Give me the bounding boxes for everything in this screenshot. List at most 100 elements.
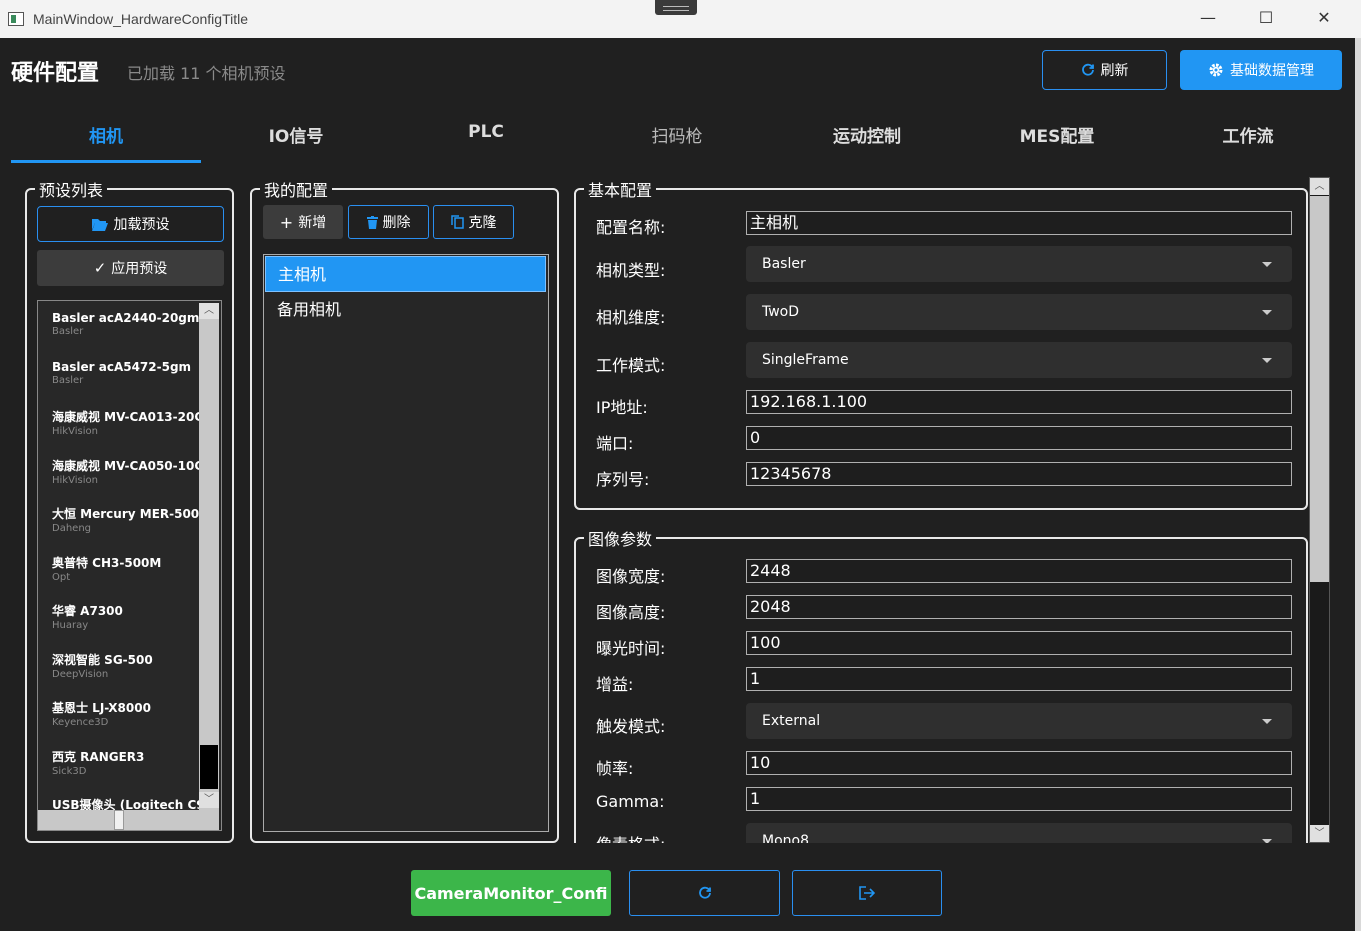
detail-scroll-thumb[interactable]	[1310, 196, 1329, 582]
window-edge	[1355, 38, 1361, 931]
reload-button[interactable]	[629, 870, 780, 916]
camera-dim-value: TwoD	[762, 304, 800, 320]
tab-mes[interactable]: MES配置	[962, 122, 1152, 147]
dropdown-arrow-icon	[1262, 358, 1272, 363]
page-subtitle: 已加载 11 个相机预设	[127, 64, 286, 83]
refresh-icon	[698, 886, 711, 899]
delete-config-label: 删除	[382, 215, 411, 231]
gamma-input[interactable]: 1	[746, 787, 1292, 811]
dropdown-arrow-icon	[1262, 719, 1272, 724]
preset-item[interactable]: 西克 RANGER3 Sick3D	[52, 748, 202, 777]
preset-item[interactable]: 华睿 A7300 Huaray	[52, 602, 202, 631]
dropdown-arrow-icon	[1262, 310, 1272, 315]
preset-group: 预设列表 加载预设 ✓ 应用预设 Basler acA2440-20gm Basl…	[25, 177, 234, 843]
preset-item[interactable]: 深视智能 SG-500 DeepVision	[52, 651, 202, 680]
tab-io[interactable]: IO信号	[201, 122, 391, 147]
tab-camera[interactable]: 相机	[11, 122, 201, 147]
scroll-down-arrow-icon[interactable]: ﹀	[1310, 825, 1329, 842]
preset-group-label: 预设列表	[35, 177, 108, 201]
preset-item[interactable]: 基恩士 LJ-X8000 Keyence3D	[52, 699, 202, 728]
image-height-input[interactable]: 2048	[746, 595, 1292, 619]
preset-scrollbar[interactable]: ︿ ﹀	[199, 303, 219, 830]
trigger-mode-select[interactable]: External	[746, 703, 1292, 739]
load-preset-button[interactable]: 加载预设	[37, 206, 224, 242]
fps-input[interactable]: 10	[746, 751, 1292, 775]
work-mode-select[interactable]: SingleFrame	[746, 342, 1292, 378]
tab-plc[interactable]: PLC	[391, 122, 581, 142]
pixel-format-select[interactable]: Mono8	[746, 823, 1292, 843]
preset-item[interactable]: 大恒 Mercury MER-500-14Daheng	[52, 505, 202, 534]
preset-item[interactable]: Basler acA2440-20gm Basler	[52, 311, 202, 337]
window-title: MainWindow_HardwareConfigTitle	[33, 11, 249, 27]
preset-item[interactable]: 海康威视 MV-CA013-20GM HikVision	[52, 408, 202, 437]
basic-group-label: 基本配置	[584, 178, 657, 201]
plus-icon: +	[279, 212, 294, 232]
exposure-label: 曝光时间:	[596, 639, 666, 658]
camera-type-select[interactable]: Basler	[746, 246, 1292, 282]
myconfig-group: 我的配置 + 新增 删除 克隆 主相机 备用相机	[250, 177, 559, 843]
tab-workflow[interactable]: 工作流	[1153, 122, 1343, 147]
preset-hscrollbar[interactable]	[38, 810, 219, 830]
config-name-label: 配置名称:	[596, 218, 666, 237]
serial-input[interactable]: 12345678	[746, 462, 1292, 486]
refresh-button[interactable]: 刷新	[1042, 50, 1167, 90]
clone-config-button[interactable]: 克隆	[433, 205, 514, 239]
preset-item[interactable]: 海康威视 MV-CA050-10GM HikVision	[52, 457, 202, 486]
dropdown-arrow-icon	[1262, 262, 1272, 267]
ip-input[interactable]: 192.168.1.100	[746, 390, 1292, 414]
config-name-input[interactable]: 主相机	[746, 211, 1292, 235]
apply-preset-button[interactable]: ✓ 应用预设	[37, 250, 224, 286]
camera-type-value: Basler	[762, 256, 806, 272]
fps-label: 帧率:	[596, 759, 634, 778]
preset-list[interactable]: Basler acA2440-20gm Basler Basler acA5472…	[37, 300, 222, 831]
preset-item[interactable]: Basler acA5472-5gm Basler	[52, 360, 202, 386]
work-mode-label: 工作模式:	[596, 356, 666, 375]
scroll-down-arrow-icon[interactable]: ﹀	[199, 792, 219, 808]
detail-scrollbar[interactable]: ︿ ﹀	[1309, 177, 1330, 843]
scroll-up-arrow-icon[interactable]: ︿	[199, 303, 219, 319]
pixel-format-label: 像素格式:	[596, 831, 665, 843]
scroll-up-arrow-icon[interactable]: ︿	[1310, 178, 1329, 195]
add-config-label: 新增	[298, 215, 327, 231]
tab-bar: 相机 IO信号 PLC 扫码枪 运动控制 MES配置 工作流	[0, 108, 1355, 164]
exposure-input[interactable]: 100	[746, 631, 1292, 655]
tab-scanner[interactable]: 扫码枪	[582, 122, 772, 147]
minimize-button[interactable]: —	[1179, 0, 1237, 38]
image-height-label: 图像高度:	[596, 603, 666, 622]
camera-dim-select[interactable]: TwoD	[746, 294, 1292, 330]
serial-label: 序列号:	[596, 470, 650, 489]
copy-icon	[450, 215, 464, 229]
image-params-group: 图像参数 图像宽度: 2448 图像高度: 2048 曝光时间: 100 增益:…	[574, 526, 1308, 843]
config-list[interactable]: 主相机 备用相机	[263, 254, 549, 832]
ip-label: IP地址:	[596, 398, 648, 417]
close-button[interactable]: ✕	[1295, 0, 1353, 38]
load-preset-label: 加载预设	[113, 217, 170, 233]
active-tab-indicator	[11, 160, 201, 163]
port-input[interactable]: 0	[746, 426, 1292, 450]
trigger-mode-label: 触发模式:	[596, 717, 666, 736]
maximize-button[interactable]: ☐	[1237, 0, 1295, 38]
config-item-selected[interactable]: 主相机	[265, 256, 546, 292]
apply-preset-label: 应用预设	[111, 261, 168, 277]
image-width-input[interactable]: 2448	[746, 559, 1292, 583]
tab-motion[interactable]: 运动控制	[772, 122, 962, 147]
preset-item[interactable]: 奥普特 CH3-500M Opt	[52, 554, 202, 583]
page-title: 硬件配置	[11, 61, 100, 86]
hscroll-thumb[interactable]	[114, 810, 124, 830]
basedata-button[interactable]: 基础数据管理	[1180, 50, 1342, 90]
gear-icon	[1209, 63, 1223, 77]
save-camera-config-button[interactable]: CameraMonitor_Confi	[411, 870, 611, 916]
add-config-button[interactable]: + 新增	[263, 205, 343, 239]
refresh-icon	[1081, 63, 1094, 76]
refresh-label: 刷新	[1100, 63, 1129, 79]
scroll-thumb[interactable]	[200, 745, 218, 789]
exit-button[interactable]	[792, 870, 942, 916]
delete-config-button[interactable]: 删除	[348, 205, 429, 239]
config-item[interactable]: 备用相机	[265, 292, 546, 328]
folder-open-icon	[91, 218, 108, 231]
app-icon	[8, 12, 24, 26]
window-titlebar: MainWindow_HardwareConfigTitle — ☐ ✕	[0, 0, 1361, 38]
trigger-mode-value: External	[762, 713, 821, 729]
drag-grip-handle[interactable]	[655, 0, 697, 15]
gain-input[interactable]: 1	[746, 667, 1292, 691]
